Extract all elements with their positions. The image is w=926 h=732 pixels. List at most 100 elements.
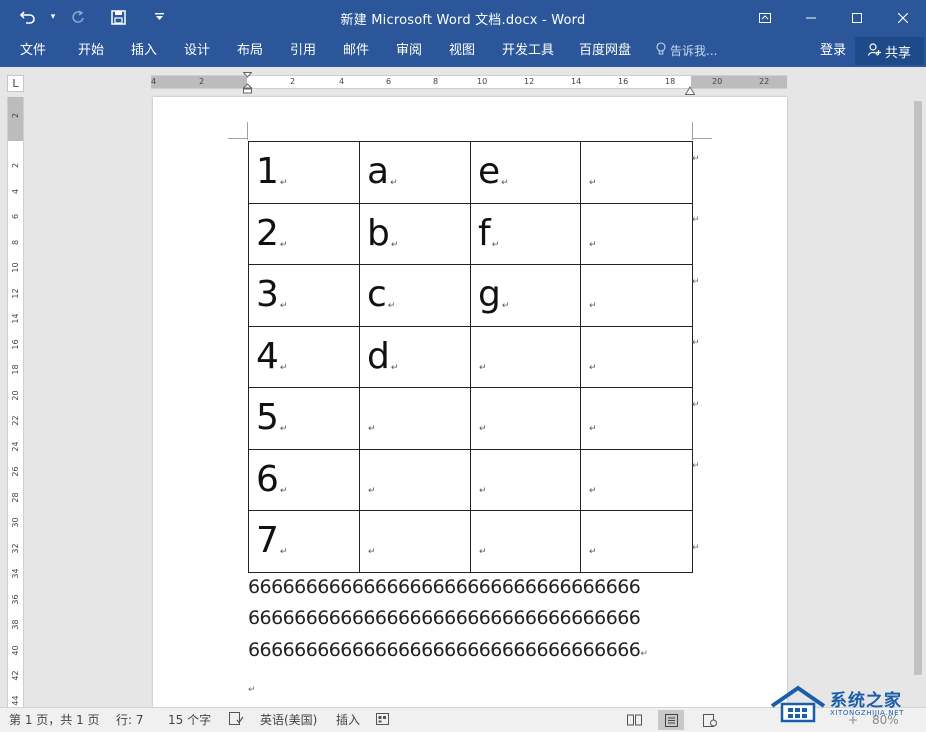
table-cell[interactable]: a↵ — [359, 141, 471, 204]
ruler-number: 14 — [11, 313, 20, 324]
row-indicator: 行: 7 — [116, 713, 144, 727]
cell-end-mark: ↵ — [387, 301, 396, 312]
table-cell[interactable]: ↵ — [359, 510, 471, 573]
table-cell[interactable]: f↵ — [470, 202, 581, 265]
tab-baidu-netdisk[interactable]: 百度网盘 — [579, 40, 631, 62]
table-cell[interactable]: 5↵ — [248, 387, 360, 450]
vertical-scrollbar[interactable] — [910, 97, 926, 707]
horizontal-ruler[interactable]: 4 2 2 4 6 8 10 12 14 16 18 20 22 — [151, 72, 787, 95]
table-cell[interactable]: ↵ — [580, 141, 693, 204]
table-cell[interactable]: ↵ — [470, 387, 581, 450]
cell-end-mark: ↵ — [589, 178, 597, 189]
table-cell[interactable]: ↵ — [470, 510, 581, 573]
tab-layout[interactable]: 布局 — [237, 40, 263, 62]
cell-end-mark: ↵ — [279, 178, 288, 189]
sign-in-link[interactable]: 登录 — [820, 40, 846, 62]
row-end-mark: ↵ — [692, 543, 700, 553]
word-count[interactable]: 15 个字 — [168, 712, 211, 728]
table-cell[interactable]: 1↵ — [248, 141, 360, 204]
table-cell[interactable]: ↵ — [580, 325, 693, 388]
tab-references[interactable]: 引用 — [290, 40, 316, 62]
table-cell[interactable]: b↵ — [359, 202, 471, 265]
table-cell[interactable]: ↵ — [580, 202, 693, 265]
table-cell[interactable]: ↵ — [580, 387, 693, 450]
paragraph-line[interactable]: 6666666666666666666666666666666666 — [248, 576, 641, 598]
table-row: 7↵ ↵ ↵ ↵ — [248, 510, 693, 573]
window-controls — [742, 0, 926, 35]
left-indent-handle[interactable] — [242, 72, 253, 98]
ruler-number: 28 — [11, 492, 20, 503]
cell-end-mark: ↵ — [279, 547, 288, 558]
table-cell[interactable]: 4↵ — [248, 325, 360, 388]
cell-text: 6 — [256, 458, 279, 500]
paragraph-mark: ↵ — [248, 685, 256, 695]
table-cell[interactable]: ↵ — [359, 448, 471, 511]
ruler-number: 16 — [11, 339, 20, 350]
table-row: 3↵ c↵ g↵ ↵ — [248, 264, 693, 327]
table-cell[interactable]: c↵ — [359, 264, 471, 327]
web-layout-icon[interactable] — [697, 710, 723, 730]
page-count[interactable]: 第 1 页，共 1 页 — [9, 712, 100, 728]
table-cell[interactable]: g↵ — [470, 264, 581, 327]
table-cell[interactable]: ↵ — [580, 448, 693, 511]
tab-design[interactable]: 设计 — [184, 40, 210, 62]
tab-insert[interactable]: 插入 — [131, 40, 157, 62]
ruler-number: 32 — [11, 543, 20, 554]
site-watermark: 系统之家 XITONGZHIJIA.NET — [768, 684, 924, 726]
row-end-mark: ↵ — [692, 215, 700, 225]
right-indent-handle[interactable] — [684, 80, 696, 95]
table-row: 4↵ d↵ ↵ ↵ — [248, 325, 693, 388]
print-layout-icon[interactable] — [658, 710, 684, 730]
table-cell[interactable]: 6↵ — [248, 448, 360, 511]
language-indicator[interactable]: 英语(美国) — [260, 712, 317, 728]
table-row: 1↵ a↵ e↵ ↵ — [248, 141, 693, 204]
table-cell[interactable]: ↵ — [470, 325, 581, 388]
ruler-number: 36 — [11, 594, 20, 605]
row-end-mark: ↵ — [692, 154, 700, 164]
table-cell[interactable]: ↵ — [580, 264, 693, 327]
table-cell[interactable]: e↵ — [470, 141, 581, 204]
close-icon[interactable] — [880, 0, 926, 35]
tab-view[interactable]: 视图 — [449, 40, 475, 62]
table-row: 2↵ b↵ f↵ ↵ — [248, 202, 693, 265]
tell-me-search[interactable]: 告诉我... — [656, 40, 717, 62]
tab-review[interactable]: 审阅 — [396, 40, 422, 62]
tab-developer[interactable]: 开发工具 — [502, 40, 554, 62]
cell-text: e — [478, 151, 501, 193]
cell-text: 3 — [256, 274, 279, 316]
table-cell[interactable]: 3↵ — [248, 264, 360, 327]
table-cell[interactable]: 7↵ — [248, 510, 360, 573]
row-end-mark: ↵ — [692, 338, 700, 348]
cell-end-mark: ↵ — [501, 178, 509, 189]
paragraph-line-last[interactable]: 6666666666666666666666666666666666↵ — [248, 639, 648, 665]
tab-home[interactable]: 开始 — [78, 40, 104, 62]
cell-end-mark: ↵ — [589, 239, 597, 250]
tab-mailings[interactable]: 邮件 — [343, 40, 369, 62]
minimize-icon[interactable] — [788, 0, 834, 35]
tab-selector[interactable]: L — [7, 75, 24, 92]
ruler-number: 24 — [11, 441, 20, 452]
maximize-icon[interactable] — [834, 0, 880, 35]
tab-file[interactable]: 文件 — [20, 40, 46, 62]
cell-text: f — [478, 212, 491, 254]
table-cell[interactable]: 2↵ — [248, 202, 360, 265]
table-cell[interactable]: ↵ — [580, 510, 693, 573]
cell-end-mark: ↵ — [479, 424, 487, 435]
paragraph-line[interactable]: 6666666666666666666666666666666666 — [248, 607, 641, 629]
table-cell[interactable]: ↵ — [470, 448, 581, 511]
document-table[interactable]: 1↵ a↵ e↵ ↵ 2↵ b↵ f↵ ↵ 3↵ c↵ g↵ ↵ 4↵ d↵ ↵… — [248, 141, 693, 573]
share-button[interactable]: 共享 — [855, 37, 924, 65]
cell-end-mark: ↵ — [501, 301, 510, 312]
ribbon-display-options-icon[interactable] — [742, 0, 788, 35]
proofing-icon[interactable] — [229, 712, 244, 729]
crop-mark — [228, 138, 248, 139]
vertical-ruler[interactable]: 2 2 4 6 8 10 12 14 16 18 20 22 24 26 28 … — [7, 97, 24, 707]
table-cell[interactable]: d↵ — [359, 325, 471, 388]
macro-record-icon[interactable] — [376, 712, 389, 729]
scrollbar-thumb[interactable] — [914, 101, 922, 675]
empty-paragraph[interactable]: ↵ — [248, 675, 256, 701]
table-cell[interactable]: ↵ — [359, 387, 471, 450]
read-mode-icon[interactable] — [621, 710, 647, 730]
watermark-brand: 系统之家 — [830, 691, 902, 711]
insert-mode[interactable]: 插入 — [336, 712, 360, 728]
